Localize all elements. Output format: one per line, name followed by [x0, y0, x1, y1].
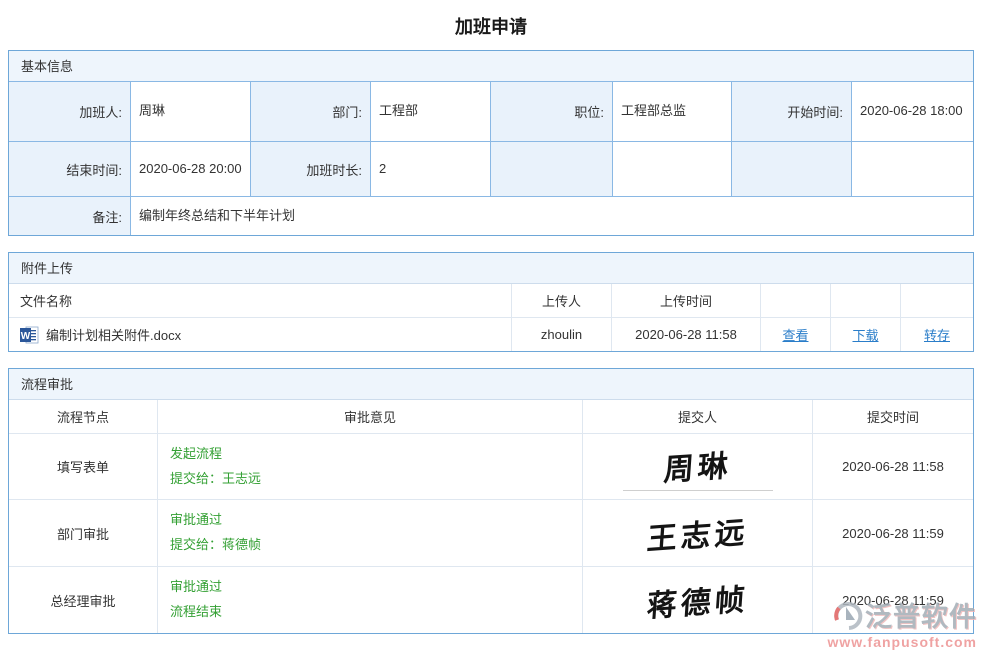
basic-info-section-title: 基本信息 — [9, 51, 973, 82]
empty-value-cell — [852, 142, 973, 196]
approval-row-time: 2020-06-28 11:58 — [813, 434, 973, 499]
signature-jiangdezhen: 蒋德帧 — [645, 574, 750, 625]
attachments-section-title: 附件上传 — [9, 253, 973, 284]
position-label: 职位: — [491, 82, 612, 141]
empty-value-cell — [613, 142, 731, 196]
overtime-person-label: 加班人: — [9, 82, 130, 141]
attachments-table: 文件名称 上传人 上传时间 W 编制计划相关附件.docx zhoulin 20… — [9, 284, 973, 351]
approval-row-opinion: 审批通过 流程结束 — [158, 567, 582, 633]
signature-underline — [623, 490, 773, 491]
col-header-node: 流程节点 — [9, 400, 157, 433]
overtime-person-value: 周琳 — [131, 82, 250, 141]
attachment-row-upload-time: 2020-06-28 11:58 — [612, 318, 760, 351]
start-time-label: 开始时间: — [732, 82, 851, 141]
col-header-action-1 — [761, 284, 830, 317]
col-header-uploader: 上传人 — [512, 284, 611, 317]
approval-row-node: 填写表单 — [9, 434, 157, 499]
page-title: 加班申请 — [0, 0, 982, 50]
approval-row-node: 总经理审批 — [9, 567, 157, 633]
duration-label: 加班时长: — [251, 142, 370, 196]
approval-row-opinion: 发起流程 提交给：王志远 — [158, 434, 582, 499]
opinion-line-1: 审批通过 — [170, 575, 222, 600]
opinion-line-1: 审批通过 — [170, 508, 222, 533]
col-header-file-name: 文件名称 — [9, 284, 511, 317]
signature-wangzhiyuan: 王志远 — [645, 507, 750, 558]
attachment-row-file-name: W 编制计划相关附件.docx — [9, 318, 511, 351]
basic-info-section: 基本信息 加班人: 周琳 部门: 工程部 职位: 工程部总监 开始时间: 202… — [8, 50, 974, 236]
col-header-action-3 — [901, 284, 973, 317]
view-link[interactable]: 查看 — [782, 325, 808, 344]
col-header-upload-time: 上传时间 — [612, 284, 760, 317]
approval-row-time: 2020-06-28 11:59 — [813, 500, 973, 566]
svg-text:W: W — [21, 331, 31, 342]
approval-row-signature: 王志远 — [583, 500, 812, 566]
attachment-file-name-text[interactable]: 编制计划相关附件.docx — [46, 325, 181, 344]
attachment-row-uploader: zhoulin — [512, 318, 611, 351]
approval-section-title: 流程审批 — [9, 369, 973, 400]
col-header-submitter: 提交人 — [583, 400, 812, 433]
department-value: 工程部 — [371, 82, 490, 141]
col-header-action-2 — [831, 284, 900, 317]
opinion-line-2: 提交给：王志远 — [170, 467, 261, 492]
opinion-line-2: 提交给：蒋德帧 — [170, 533, 261, 558]
remark-label: 备注: — [9, 197, 130, 235]
signature-zhoulin: 周琳 — [662, 440, 733, 489]
end-time-value: 2020-06-28 20:00 — [131, 142, 250, 196]
empty-label-cell — [491, 142, 612, 196]
remark-value: 编制年终总结和下半年计划 — [131, 197, 973, 235]
save-as-link[interactable]: 转存 — [924, 325, 950, 344]
watermark-url: www.fanpusoft.com — [828, 634, 977, 650]
department-label: 部门: — [251, 82, 370, 141]
approval-section: 流程审批 流程节点 审批意见 提交人 提交时间 填写表单 发起流程 提交给：王志… — [8, 368, 974, 634]
basic-info-grid: 加班人: 周琳 部门: 工程部 职位: 工程部总监 开始时间: 2020-06-… — [9, 82, 973, 235]
approval-row-opinion: 审批通过 提交给：蒋德帧 — [158, 500, 582, 566]
col-header-submit-time: 提交时间 — [813, 400, 973, 433]
col-header-opinion: 审批意见 — [158, 400, 582, 433]
approval-table: 流程节点 审批意见 提交人 提交时间 填写表单 发起流程 提交给：王志远 周琳 … — [9, 400, 973, 633]
end-time-label: 结束时间: — [9, 142, 130, 196]
word-docx-icon: W — [20, 326, 39, 344]
approval-row-signature: 蒋德帧 — [583, 567, 812, 633]
empty-label-cell — [732, 142, 851, 196]
opinion-line-2: 流程结束 — [170, 600, 222, 625]
approval-row-time: 2020-06-28 11:59 — [813, 567, 973, 633]
position-value: 工程部总监 — [613, 82, 731, 141]
duration-value: 2 — [371, 142, 490, 196]
attachments-section: 附件上传 文件名称 上传人 上传时间 W 编制计划相关附件.docx zhoul… — [8, 252, 974, 352]
approval-row-signature: 周琳 — [583, 434, 812, 499]
download-link[interactable]: 下载 — [852, 325, 878, 344]
approval-row-node: 部门审批 — [9, 500, 157, 566]
opinion-line-1: 发起流程 — [170, 442, 222, 467]
start-time-value: 2020-06-28 18:00 — [852, 82, 973, 141]
